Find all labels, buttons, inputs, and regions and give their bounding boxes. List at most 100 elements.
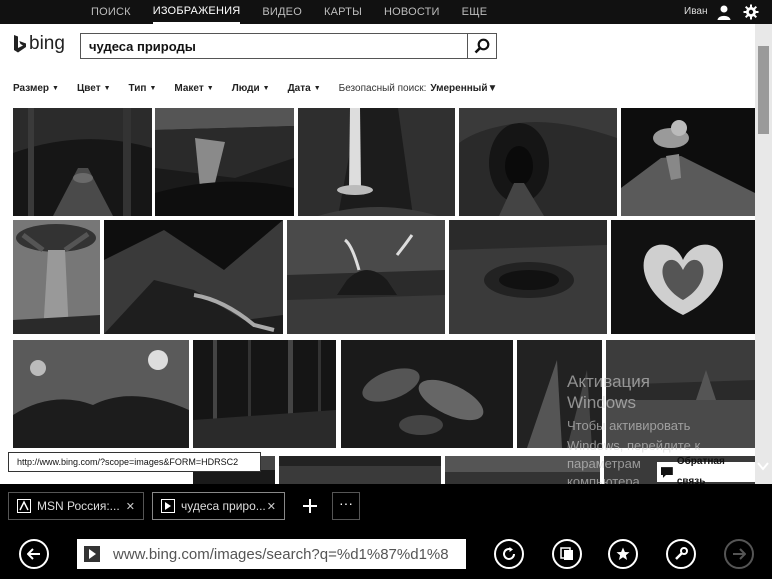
plus-icon xyxy=(303,499,317,513)
watermark-title: Активация xyxy=(567,372,650,391)
geyser-photo xyxy=(287,220,445,334)
tab-title: чудеса приро... xyxy=(181,499,266,513)
chevron-down-icon: ▼ xyxy=(52,85,59,92)
image-thumbnail-cave-waterfall[interactable] xyxy=(298,108,455,216)
filter-date-label: Дата xyxy=(287,83,311,94)
chevron-down-icon[interactable] xyxy=(756,459,770,473)
vertical-nav: ПОИСК ИЗОБРАЖЕНИЯ ВИДЕО КАРТЫ НОВОСТИ ЕЩ… xyxy=(91,0,509,24)
gear-icon[interactable] xyxy=(743,4,759,20)
green-tunnel-photo xyxy=(459,108,617,216)
refresh-button[interactable] xyxy=(494,539,524,569)
image-thumbnail-sinkhole[interactable] xyxy=(449,220,607,334)
back-button[interactable] xyxy=(19,539,49,569)
heart-photo xyxy=(611,220,755,334)
filter-bar: Размер ▼ Цвет ▼ Тип ▼ Макет ▼ Люди ▼ Дата ▼ Бе… xyxy=(13,83,497,97)
leaves-photo xyxy=(341,340,513,448)
close-icon[interactable]: ✕ xyxy=(267,500,276,513)
hills-photo xyxy=(13,340,189,448)
search-input[interactable] xyxy=(81,34,466,58)
image-thumbnail-volcano-eruption[interactable] xyxy=(621,108,755,216)
status-url-tooltip: http://www.bing.com/?scope=images&FORM=H… xyxy=(8,452,261,472)
arrow-left-icon xyxy=(27,548,40,560)
tab-menu-button[interactable]: ··· xyxy=(332,492,360,520)
cave-waterfall-photo xyxy=(298,108,455,216)
watermark-line: Чтобы активировать xyxy=(567,418,691,433)
tab-title: MSN Россия:... xyxy=(37,499,120,513)
image-thumbnail-moonlit-hills[interactable] xyxy=(13,340,189,448)
tools-button[interactable] xyxy=(666,539,696,569)
filter-people[interactable]: Люди ▼ xyxy=(232,83,270,97)
chevron-down-icon: ▼ xyxy=(313,85,321,92)
filter-type-label: Тип xyxy=(128,83,147,94)
nav-images[interactable]: ИЗОБРАЖЕНИЯ xyxy=(152,0,241,24)
search-box xyxy=(80,33,497,59)
canyon-river-photo xyxy=(104,220,283,334)
image-thumbnail-tunnel-of-love[interactable] xyxy=(459,108,617,216)
image-thumbnail-row4-2[interactable] xyxy=(279,456,441,484)
safe-search-filter[interactable]: Безопасный поиск: Умеренный▼ xyxy=(339,83,498,97)
sinkhole-photo xyxy=(449,220,607,334)
filter-color[interactable]: Цвет ▼ xyxy=(77,83,111,97)
bing-icon xyxy=(161,499,175,513)
nav-maps[interactable]: КАРТЫ xyxy=(324,0,362,24)
filter-date[interactable]: Дата ▼ xyxy=(288,83,321,97)
tabs-button[interactable] xyxy=(552,539,582,569)
partial-photo xyxy=(279,456,441,484)
filter-people-label: Люди xyxy=(231,83,260,94)
tab-bar: MSN Россия:... ✕ чудеса приро... ✕ ··· xyxy=(0,484,772,529)
chevron-down-icon: ▼ xyxy=(487,83,498,94)
filter-layout[interactable]: Макет ▼ xyxy=(174,83,213,97)
forest-photo xyxy=(13,108,152,216)
safe-search-value: Умеренный xyxy=(430,83,488,94)
chevron-down-icon: ▼ xyxy=(262,85,270,92)
pages-icon xyxy=(560,547,573,560)
filter-size[interactable]: Размер ▼ xyxy=(13,83,59,97)
image-thumbnail-waterfall-cliff[interactable] xyxy=(155,108,294,216)
chevron-down-icon: ▼ xyxy=(206,85,214,92)
volcano-photo xyxy=(621,108,755,216)
image-thumbnail-canyon-river[interactable] xyxy=(104,220,283,334)
vertical-scrollbar[interactable] xyxy=(755,24,772,484)
filter-layout-label: Макет xyxy=(174,83,204,94)
tab-msn[interactable]: MSN Россия:... ✕ xyxy=(8,492,144,520)
dragon-tree-photo xyxy=(13,220,100,334)
favorites-button[interactable] xyxy=(608,539,638,569)
refresh-icon xyxy=(503,547,515,560)
msn-icon xyxy=(17,499,31,513)
bing-logo-text: bing xyxy=(29,33,65,54)
user-name[interactable]: Иван xyxy=(684,0,707,24)
image-thumbnail-dragon-tree[interactable] xyxy=(13,220,100,334)
filter-color-label: Цвет xyxy=(76,83,101,94)
forward-button[interactable] xyxy=(724,539,754,569)
nav-search[interactable]: ПОИСК xyxy=(91,0,131,24)
search-button[interactable] xyxy=(467,34,496,58)
image-thumbnail-heart-lake[interactable] xyxy=(611,220,755,334)
bing-icon xyxy=(84,546,100,562)
watermark-line: Windows xyxy=(567,393,636,412)
star-icon xyxy=(616,547,630,560)
filter-size-label: Размер xyxy=(13,83,50,94)
arrow-right-icon xyxy=(733,548,746,560)
nav-news[interactable]: НОВОСТИ xyxy=(384,0,440,24)
image-thumbnail-leaves[interactable] xyxy=(341,340,513,448)
address-field[interactable] xyxy=(77,539,466,569)
image-thumbnail-bamboo-forest[interactable] xyxy=(193,340,336,448)
close-icon[interactable]: ✕ xyxy=(126,500,135,513)
person-icon[interactable] xyxy=(716,4,732,20)
image-thumbnail-fly-geyser[interactable] xyxy=(287,220,445,334)
chevron-down-icon: ▼ xyxy=(149,85,157,92)
scrollbar-thumb[interactable] xyxy=(758,46,769,134)
new-tab-button[interactable] xyxy=(297,492,323,520)
filter-type[interactable]: Тип ▼ xyxy=(129,83,157,97)
address-input[interactable] xyxy=(113,539,463,569)
feedback-button[interactable]: Обратная связь xyxy=(657,456,755,487)
speech-bubble-icon xyxy=(661,466,673,478)
tab-bing-search[interactable]: чудеса приро... ✕ xyxy=(152,492,285,520)
waterfall-photo xyxy=(155,108,294,216)
safe-search-label: Безопасный поиск: xyxy=(338,83,427,94)
bing-logo[interactable]: bing xyxy=(13,34,65,54)
top-navigation-bar: ПОИСК ИЗОБРАЖЕНИЯ ВИДЕО КАРТЫ НОВОСТИ ЕЩ… xyxy=(0,0,772,24)
nav-video[interactable]: ВИДЕО xyxy=(262,0,302,24)
image-thumbnail-dark-forest-path[interactable] xyxy=(13,108,152,216)
nav-more[interactable]: ЕЩЕ xyxy=(462,0,488,24)
